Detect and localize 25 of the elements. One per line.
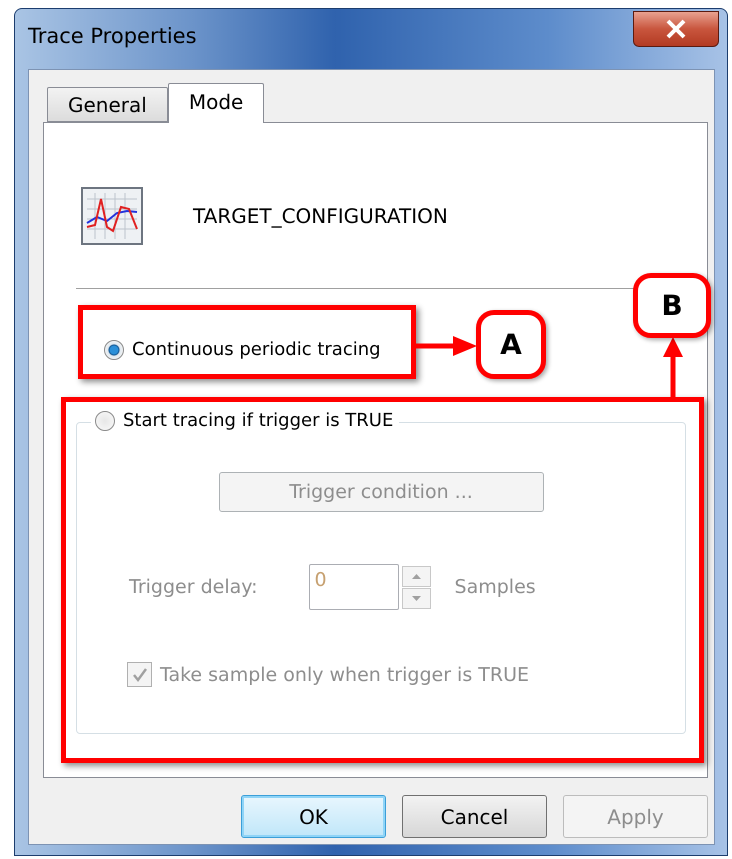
dialog-button[interactable]: Cancel [402,795,547,838]
samples-label: Samples [454,576,536,598]
configuration-name: TARGET_CONFIGURATION [193,204,448,228]
close-button[interactable] [633,11,719,47]
window-title: Trace Properties [28,24,197,48]
radio-button[interactable] [104,340,124,360]
checkmark-icon [132,666,148,682]
radio-label: Continuous periodic tracing [132,339,381,360]
spin-down-button[interactable] [402,588,431,608]
dialog-button[interactable]: OK [241,795,386,838]
tab[interactable]: Mode [168,83,264,123]
up-arrow-icon [412,574,421,578]
callout-label: B [633,273,711,338]
arrow [662,337,684,397]
tab[interactable]: General [47,87,168,122]
spin-up-button[interactable] [402,566,431,586]
callout-label: A [476,310,546,379]
close-icon [665,19,687,39]
checkbox-label: Take sample only when trigger is TRUE [160,664,529,686]
chart-icon [81,187,143,245]
down-arrow-icon [412,596,421,600]
trigger-delay-label: Trigger delay: [129,576,258,598]
radio-label: Start tracing if trigger is TRUE [123,410,394,431]
radio-button[interactable] [95,410,115,430]
arrow [415,334,477,358]
